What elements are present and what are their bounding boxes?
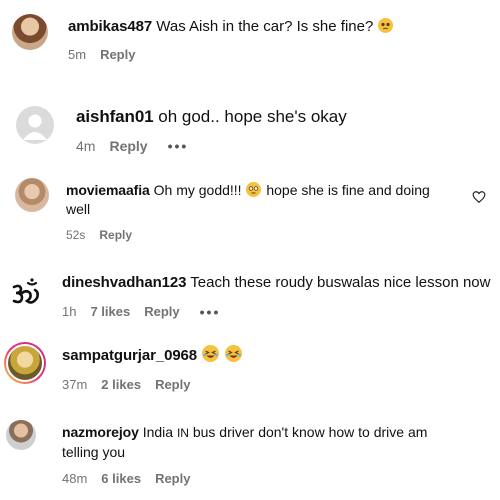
likes-count[interactable]: 2 likes — [101, 377, 141, 392]
reply-button[interactable]: Reply — [100, 47, 135, 62]
comment-username[interactable]: sampatgurjar_0968 — [62, 347, 197, 364]
avatar[interactable] — [12, 14, 48, 50]
avatar[interactable] — [15, 178, 49, 212]
likes-count[interactable]: 7 likes — [90, 304, 130, 319]
reply-button[interactable]: Reply — [144, 304, 179, 319]
more-options-icon[interactable]: ••• — [168, 138, 189, 154]
reply-button[interactable]: Reply — [155, 471, 190, 486]
laughing-face-emoji — [225, 345, 243, 362]
comment-username[interactable]: nazmorejoy — [62, 424, 139, 440]
comment-time: 37m — [62, 376, 88, 392]
comment-text: hope she is fine and doing — [266, 182, 430, 198]
country-tag: IN — [176, 426, 189, 440]
comment-username[interactable]: moviemaafia — [66, 182, 150, 198]
reply-button[interactable]: Reply — [99, 228, 132, 242]
om-symbol-icon[interactable] — [8, 276, 42, 310]
default-avatar-icon[interactable] — [16, 106, 54, 144]
comment-username[interactable]: dineshvadhan123 — [62, 274, 186, 291]
flushed-face-emoji — [246, 182, 262, 197]
comment-time: 1h — [62, 304, 77, 320]
comment-text: telling you — [62, 444, 126, 460]
avatar[interactable] — [6, 420, 36, 450]
comment-time: 5m — [68, 46, 87, 62]
comment-time: 52s — [66, 228, 86, 242]
laughing-face-emoji — [202, 345, 220, 362]
reply-button[interactable]: Reply — [109, 138, 147, 154]
comment-time: 4m — [76, 138, 96, 155]
comment-username[interactable]: ambikas487 — [68, 18, 152, 35]
heart-outline-icon[interactable] — [472, 190, 486, 204]
comment-text: well — [66, 201, 91, 217]
likes-count[interactable]: 6 likes — [101, 471, 141, 486]
comment-text: oh god.. hope she's okay — [158, 107, 347, 126]
avatar-story-ring[interactable] — [4, 342, 46, 384]
more-options-icon[interactable]: ••• — [200, 304, 221, 320]
comment-text: India — [142, 424, 174, 440]
pleading-face-emoji — [378, 18, 394, 33]
comment-time: 48m — [62, 471, 88, 486]
reply-button[interactable]: Reply — [155, 377, 190, 392]
comment-text: bus driver don't know how to drive am — [192, 424, 428, 440]
comment-text: Oh my godd!!! — [153, 182, 242, 198]
comment-text: Teach these roudy buswalas nice lesson n… — [190, 274, 491, 291]
avatar — [6, 344, 44, 382]
comment-text: Was Aish in the car? Is she fine? — [156, 18, 374, 35]
comment-username[interactable]: aishfan01 — [76, 107, 154, 126]
